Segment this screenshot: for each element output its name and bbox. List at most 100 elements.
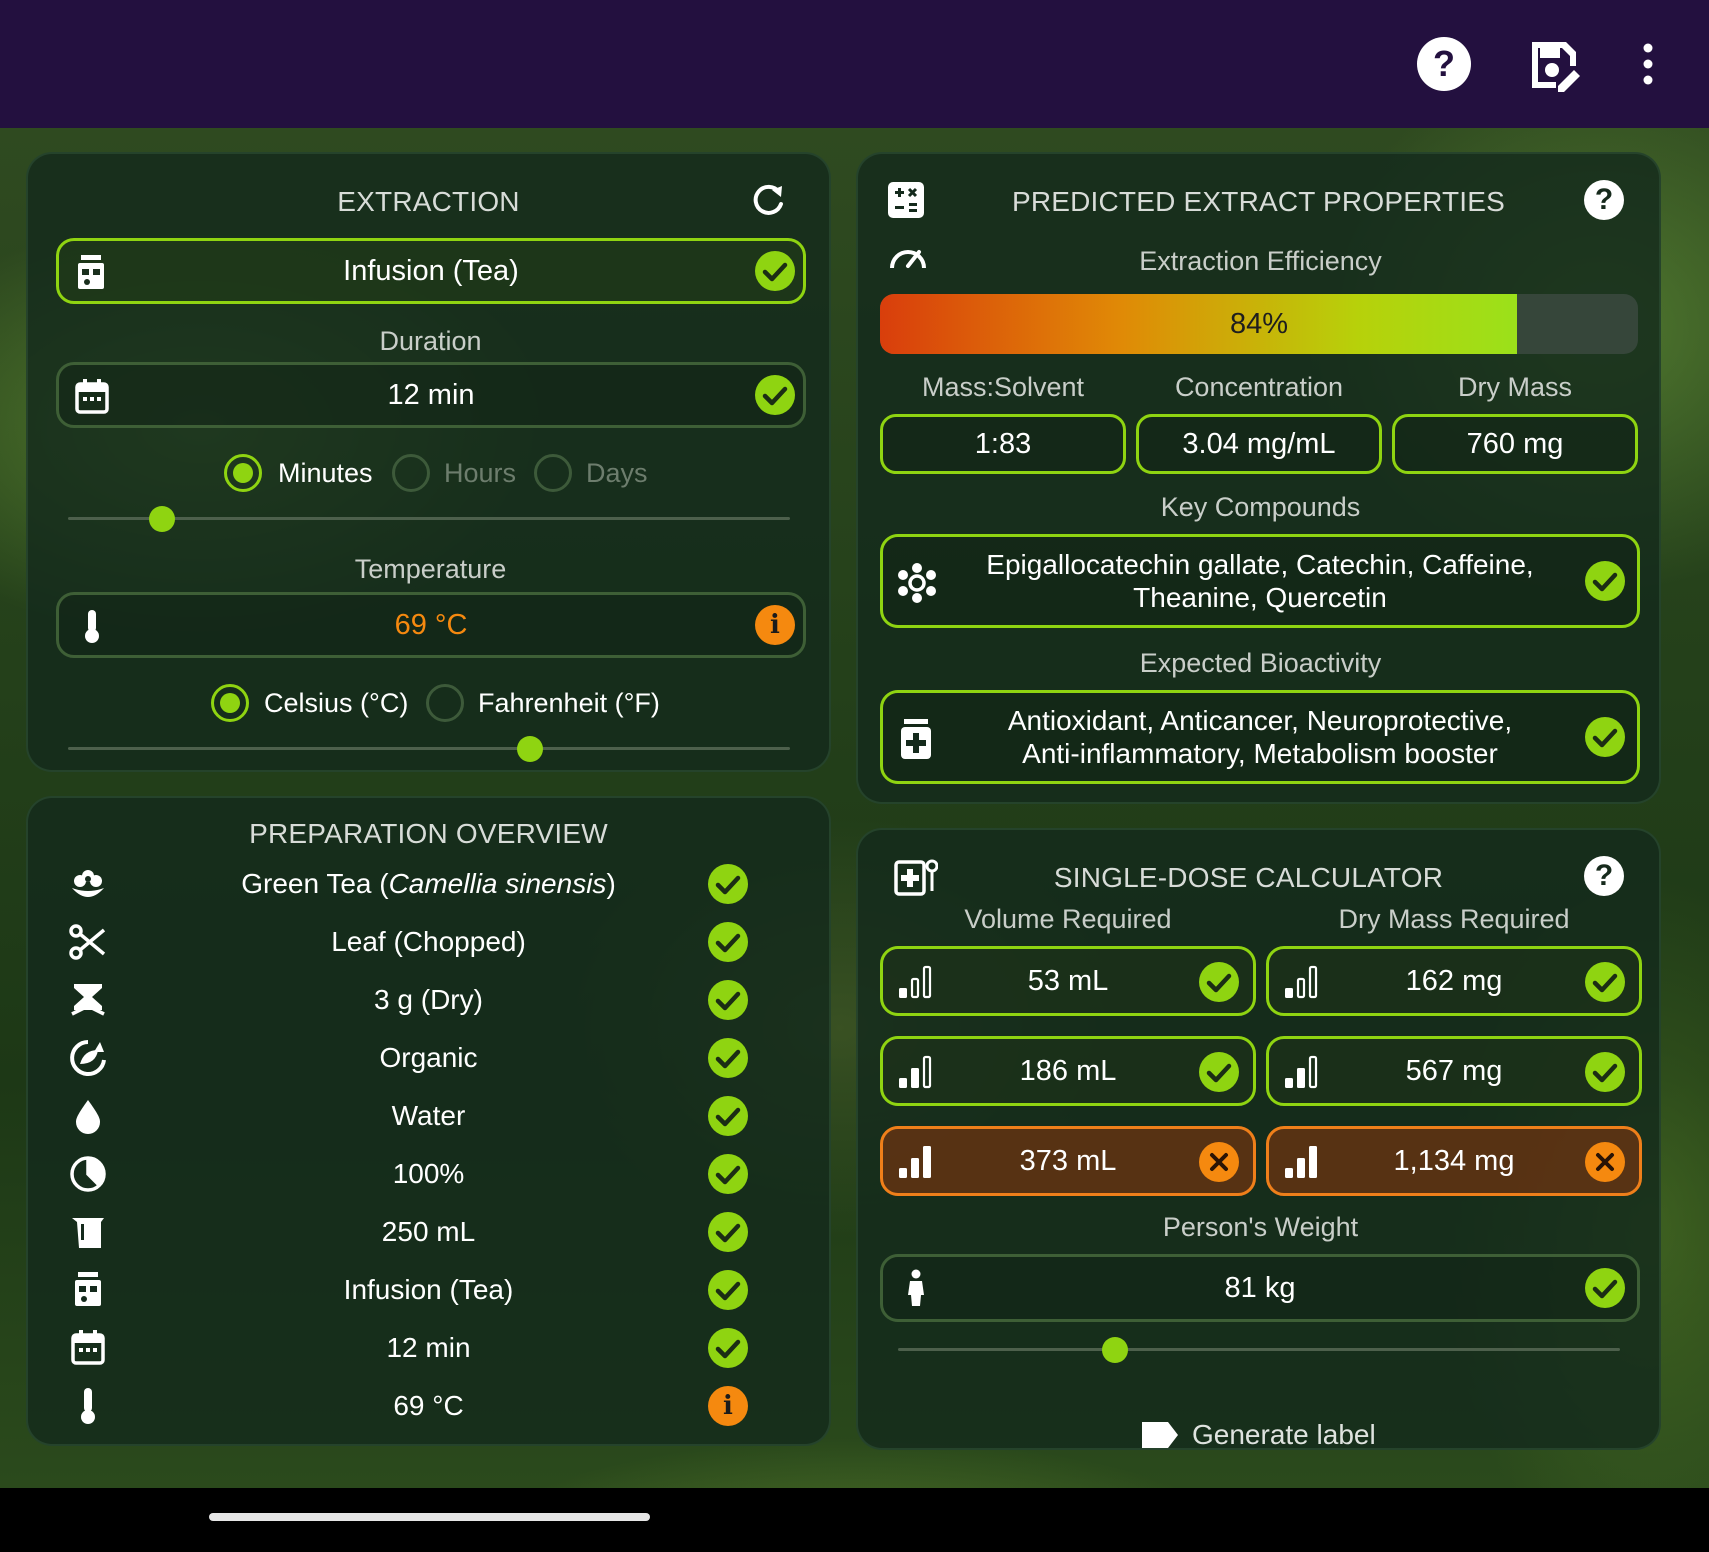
- radio-hours[interactable]: [392, 454, 430, 492]
- weight-field[interactable]: 81 kg: [880, 1254, 1640, 1322]
- overview-row-text: 3 g (Dry): [374, 984, 483, 1015]
- overview-row: Leaf (Chopped): [28, 914, 829, 970]
- bioactivity-label: Expected Bioactivity: [1139, 648, 1382, 678]
- temperature-slider-track[interactable]: [68, 747, 790, 750]
- predicted-properties-panel: PREDICTED EXTRACT PROPERTIES ? Extractio…: [856, 152, 1661, 804]
- temperature-field[interactable]: 69 °C i: [56, 592, 806, 658]
- overview-row: 12 min: [28, 1320, 829, 1376]
- weight-check-icon: [1585, 1268, 1625, 1308]
- dose-mass-value: 1,134 mg: [1393, 1144, 1515, 1177]
- check-icon: [1199, 1052, 1239, 1092]
- overview-row-text: Infusion (Tea): [343, 1274, 514, 1305]
- check-icon: [708, 922, 748, 962]
- dose-volume-value: 53 mL: [1027, 964, 1109, 997]
- overview-row: Water: [28, 1088, 829, 1144]
- temperature-label: Temperature: [354, 554, 507, 584]
- kettle-icon: [75, 1272, 101, 1306]
- dose-mass-option[interactable]: 567 mg: [1266, 1036, 1642, 1106]
- radio-days-label: Days: [586, 458, 648, 488]
- dose-volume-option[interactable]: 53 mL: [880, 946, 1256, 1016]
- dose-volume-option[interactable]: 186 mL: [880, 1036, 1256, 1106]
- save-edit-icon[interactable]: [1528, 36, 1584, 92]
- temperature-info-icon[interactable]: i: [755, 605, 795, 645]
- dose-mass-value: 567 mg: [1405, 1054, 1503, 1087]
- dose-volume-value: 373 mL: [1019, 1144, 1117, 1177]
- bioactivity-line-2: Anti-inflammatory, Metabolism booster: [1022, 738, 1498, 769]
- bioactivity-check-icon: [1585, 717, 1625, 757]
- dose-volume-option[interactable]: 373 mL: [880, 1126, 1256, 1196]
- overview-row: Green Tea (Camellia sinensis): [28, 856, 829, 912]
- duration-label: Duration: [379, 326, 482, 356]
- overview-row-text-italic: Camellia sinensis: [388, 868, 607, 899]
- compounds-line-2: Theanine, Quercetin: [1133, 582, 1387, 613]
- duration-slider-track[interactable]: [68, 517, 790, 520]
- weight-label: Person's Weight: [1162, 1212, 1359, 1242]
- overview-row-text: 250 mL: [381, 1216, 476, 1247]
- signal-level-icon: [899, 1146, 931, 1178]
- overview-row: 3 g (Dry): [28, 972, 829, 1028]
- overview-row: 69 °C i: [28, 1378, 829, 1434]
- dose-mass-option[interactable]: 162 mg: [1266, 946, 1642, 1016]
- generate-label-text: Generate label: [1192, 1419, 1376, 1450]
- signal-level-icon: [1285, 1055, 1318, 1089]
- efficiency-label: Extraction Efficiency: [1139, 246, 1382, 276]
- check-icon: [708, 864, 748, 904]
- bioactivity-line-1: Antioxidant, Anticancer, Neuroprotective…: [1007, 705, 1513, 736]
- overview-row-text: Green Tea (Camellia sinensis): [128, 856, 729, 912]
- reset-icon[interactable]: [748, 180, 788, 220]
- radio-days[interactable]: [534, 454, 572, 492]
- compounds-box: Epigallocatechin gallate, Catechin, Caff…: [880, 534, 1640, 628]
- dose-help-icon[interactable]: ?: [1584, 856, 1624, 896]
- weight-value: 81 kg: [1224, 1271, 1296, 1304]
- signal-level-icon: [1285, 1146, 1317, 1178]
- radio-minutes[interactable]: [224, 454, 262, 492]
- predicted-title: PREDICTED EXTRACT PROPERTIES: [1011, 186, 1506, 217]
- weight-slider-thumb[interactable]: [1101, 1337, 1128, 1363]
- overview-row-text: Water: [391, 1100, 466, 1131]
- generate-label-button[interactable]: Generate label: [1130, 1410, 1390, 1460]
- temperature-slider-thumb[interactable]: [517, 736, 544, 762]
- info-icon[interactable]: i: [708, 1386, 748, 1426]
- mass-required-label: Dry Mass Required: [1338, 904, 1570, 934]
- radio-fahrenheit[interactable]: [426, 684, 464, 722]
- method-check-icon: [755, 251, 795, 291]
- check-icon: [708, 1270, 748, 1310]
- beaker-icon: [72, 1218, 104, 1248]
- duration-slider-thumb[interactable]: [148, 506, 175, 532]
- weight-slider-track[interactable]: [898, 1348, 1620, 1351]
- duration-check-icon: [755, 375, 795, 415]
- duration-value: 12 min: [387, 378, 475, 411]
- scissors-icon: [69, 924, 106, 960]
- overview-row-text: Organic: [379, 1042, 478, 1073]
- radio-fahrenheit-label: Fahrenheit (°F): [478, 688, 660, 718]
- label-tag-icon: [1142, 1422, 1178, 1448]
- duration-field[interactable]: 12 min: [56, 362, 806, 428]
- home-gesture-handle[interactable]: [209, 1513, 650, 1521]
- compounds-text: Epigallocatechin gallate, Catechin, Caff…: [963, 537, 1557, 625]
- help-icon[interactable]: ?: [1416, 36, 1472, 92]
- radio-hours-label: Hours: [444, 458, 517, 488]
- overview-row-text: 100%: [392, 1158, 465, 1189]
- dose-mass-option[interactable]: 1,134 mg: [1266, 1126, 1642, 1196]
- overview-row-text: 12 min: [386, 1332, 471, 1363]
- more-vert-icon[interactable]: [1620, 36, 1676, 92]
- overview-title: PREPARATION OVERVIEW: [249, 818, 608, 849]
- compounds-check-icon: [1585, 561, 1625, 601]
- overview-row-text: Leaf (Chopped): [331, 926, 526, 957]
- close-icon: [1199, 1142, 1239, 1182]
- extraction-panel: EXTRACTION Infusion (Tea) Duration 12 mi…: [26, 152, 831, 772]
- check-icon: [1199, 962, 1239, 1002]
- molecule-icon: [898, 563, 936, 603]
- radio-celsius[interactable]: [211, 684, 249, 722]
- thermometer-icon: [81, 1388, 95, 1424]
- volume-required-label: Volume Required: [964, 904, 1172, 934]
- svg-text:?: ?: [1433, 43, 1455, 84]
- check-icon: [708, 1212, 748, 1252]
- compounds-line-1: Epigallocatechin gallate, Catechin, Caff…: [986, 549, 1534, 580]
- preparation-overview-panel: PREPARATION OVERVIEW Green Tea (Camellia…: [26, 796, 831, 1446]
- overview-row-text-end: ): [606, 868, 616, 899]
- overview-row-text: 69 °C: [393, 1390, 464, 1421]
- stat-value-concentration: 3.04 mg/mL: [1136, 414, 1382, 474]
- extraction-method-field[interactable]: Infusion (Tea): [56, 238, 806, 304]
- predicted-help-icon[interactable]: ?: [1584, 180, 1624, 220]
